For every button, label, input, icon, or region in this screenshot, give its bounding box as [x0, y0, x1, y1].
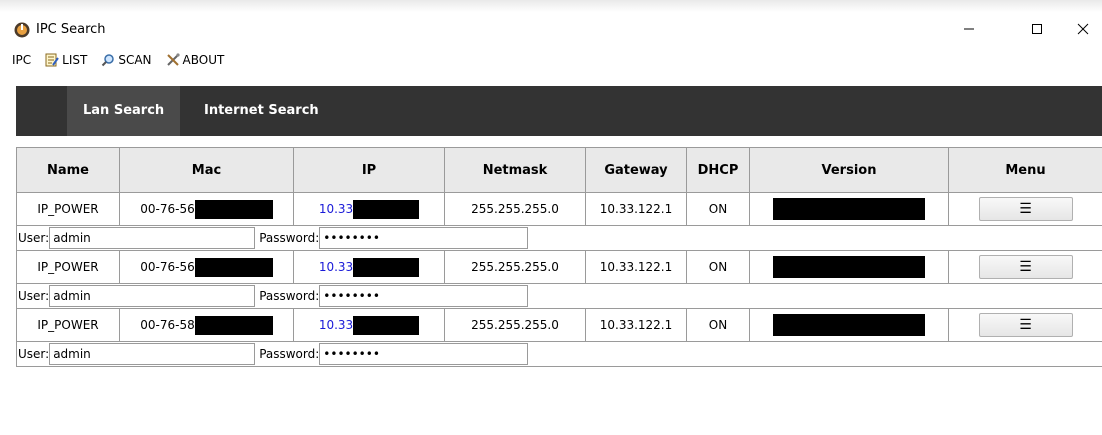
device-mac: 00-76-58	[140, 317, 195, 332]
device-name: IP_POWER	[16, 250, 120, 284]
device-menu-cell: ☰	[948, 250, 1102, 284]
device-gateway: 10.33.122.1	[585, 250, 687, 284]
device-table: Name Mac IP Netmask Gateway DHCP Version…	[16, 147, 1102, 367]
maximize-button[interactable]	[1014, 12, 1060, 46]
device-menu-button[interactable]: ☰	[978, 197, 1073, 221]
credentials-row: User: Password:	[16, 283, 1102, 309]
column-header-dhcp[interactable]: DHCP	[686, 147, 750, 193]
column-header-mac[interactable]: Mac	[119, 147, 294, 193]
hamburger-icon: ☰	[1019, 317, 1032, 333]
username-input[interactable]	[49, 343, 256, 365]
menu-item-label: SCAN	[118, 53, 152, 67]
menu-item-list[interactable]: LIST	[45, 52, 87, 68]
user-label: User:	[18, 231, 50, 245]
device-menu-cell: ☰	[948, 192, 1102, 226]
minimize-button[interactable]	[946, 12, 992, 46]
minimize-icon	[964, 28, 974, 30]
device-name: IP_POWER	[16, 308, 120, 342]
column-header-netmask[interactable]: Netmask	[444, 147, 586, 193]
device-netmask: 255.255.255.0	[444, 308, 586, 342]
redaction-block	[773, 256, 925, 278]
device-ip-link[interactable]: 10.33	[319, 260, 353, 274]
close-button[interactable]	[1060, 12, 1102, 46]
tab-lan-search[interactable]: Lan Search	[67, 86, 181, 136]
redaction-block	[353, 257, 420, 277]
tools-icon	[166, 53, 180, 66]
menu-item-label: IPC	[12, 53, 32, 67]
hamburger-icon: ☰	[1019, 201, 1032, 217]
menu-item-about[interactable]: ABOUT	[166, 52, 225, 68]
user-label: User:	[18, 347, 50, 361]
password-label: Password:	[259, 231, 320, 245]
column-header-ip[interactable]: IP	[293, 147, 445, 193]
device-netmask: 255.255.255.0	[444, 250, 586, 284]
device-name: IP_POWER	[16, 192, 120, 226]
device-mac-cell: 00-76-56	[119, 192, 294, 226]
hamburger-icon: ☰	[1019, 259, 1032, 275]
device-mac-cell: 00-76-56	[119, 250, 294, 284]
column-header-gateway[interactable]: Gateway	[585, 147, 687, 193]
search-nav-bar: Lan Search Internet Search	[16, 86, 1102, 136]
redaction-block	[773, 198, 925, 220]
device-version-cell	[749, 192, 949, 226]
password-label: Password:	[259, 347, 320, 361]
device-mac: 00-76-56	[140, 259, 195, 274]
device-mac: 00-76-56	[140, 201, 195, 216]
column-header-name[interactable]: Name	[16, 147, 120, 193]
device-ip-cell: 10.33	[293, 250, 445, 284]
menu-item-label: LIST	[62, 53, 88, 67]
redaction-block	[773, 314, 925, 336]
device-ip-cell: 10.33	[293, 192, 445, 226]
search-icon	[102, 54, 115, 67]
tab-internet-search[interactable]: Internet Search	[188, 86, 335, 136]
device-dhcp: ON	[686, 308, 750, 342]
redaction-block	[353, 315, 420, 335]
username-input[interactable]	[49, 285, 256, 307]
close-icon	[1077, 23, 1089, 35]
device-dhcp: ON	[686, 250, 750, 284]
menu-bar: IPC LIST SCAN ABOUT	[0, 48, 1102, 72]
user-label: User:	[18, 289, 50, 303]
column-header-version[interactable]: Version	[749, 147, 949, 193]
device-version-cell	[749, 308, 949, 342]
table-row[interactable]: IP_POWER 00-76-56 10.33 255.255.255.0 10…	[16, 192, 1102, 226]
window-title: IPC Search	[36, 22, 106, 37]
table-row[interactable]: IP_POWER 00-76-58 10.33 255.255.255.0 10…	[16, 308, 1102, 342]
window-top-edge	[0, 0, 1102, 12]
device-mac-cell: 00-76-58	[119, 308, 294, 342]
menu-item-ipc[interactable]: IPC	[12, 52, 31, 68]
list-icon	[45, 53, 59, 67]
device-menu-cell: ☰	[948, 308, 1102, 342]
password-input[interactable]	[319, 227, 529, 249]
app-logo-icon	[14, 22, 30, 38]
password-label: Password:	[259, 289, 320, 303]
credentials-row: User: Password:	[16, 225, 1102, 251]
username-input[interactable]	[49, 227, 256, 249]
device-menu-button[interactable]: ☰	[978, 255, 1073, 279]
menu-item-label: ABOUT	[182, 53, 225, 67]
device-dhcp: ON	[686, 192, 750, 226]
device-ip-link[interactable]: 10.33	[319, 202, 353, 216]
device-netmask: 255.255.255.0	[444, 192, 586, 226]
device-version-cell	[749, 250, 949, 284]
device-ip-cell: 10.33	[293, 308, 445, 342]
redaction-block	[353, 199, 420, 219]
column-header-menu[interactable]: Menu	[948, 147, 1102, 193]
redaction-block	[194, 315, 273, 335]
table-row[interactable]: IP_POWER 00-76-56 10.33 255.255.255.0 10…	[16, 250, 1102, 284]
maximize-icon	[1032, 24, 1042, 34]
device-gateway: 10.33.122.1	[585, 308, 687, 342]
password-input[interactable]	[319, 285, 529, 307]
credentials-row: User: Password:	[16, 341, 1102, 367]
redaction-block	[194, 199, 273, 219]
device-ip-link[interactable]: 10.33	[319, 318, 353, 332]
title-bar: IPC Search	[0, 12, 1102, 46]
password-input[interactable]	[319, 343, 529, 365]
table-header-row: Name Mac IP Netmask Gateway DHCP Version…	[16, 147, 1102, 193]
redaction-block	[194, 257, 273, 277]
device-gateway: 10.33.122.1	[585, 192, 687, 226]
menu-item-scan[interactable]: SCAN	[101, 52, 152, 68]
device-menu-button[interactable]: ☰	[978, 313, 1073, 337]
